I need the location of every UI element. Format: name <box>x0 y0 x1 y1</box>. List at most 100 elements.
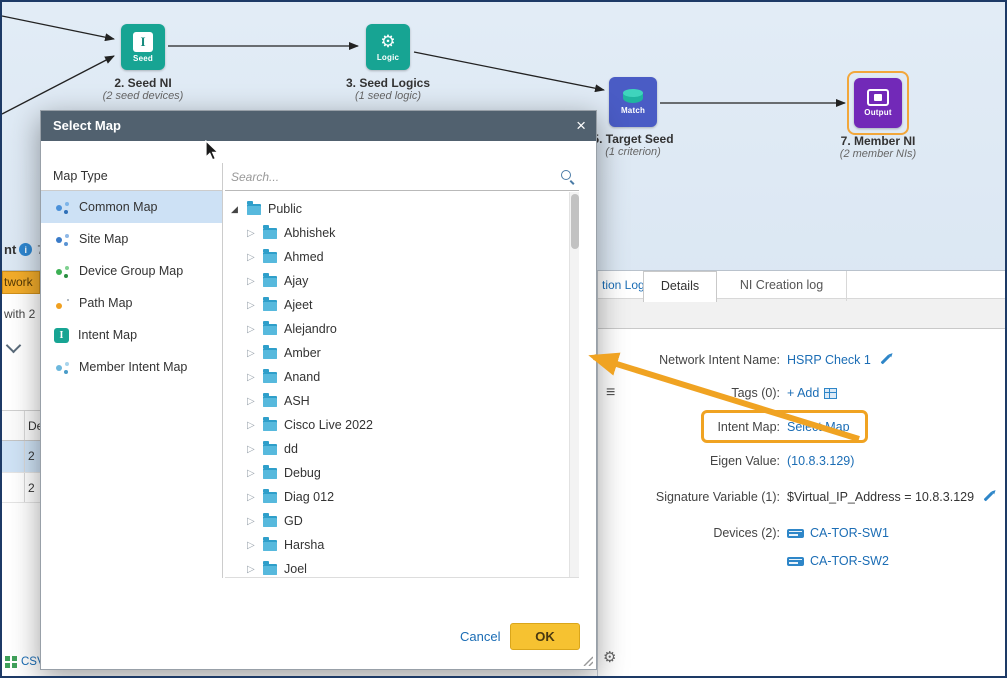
search-input[interactable] <box>231 166 551 188</box>
tree-item[interactable]: ▷ ASH <box>225 389 579 413</box>
node-title: 2. Seed NI <box>83 76 203 90</box>
caret-collapsed-icon[interactable]: ▷ <box>247 492 260 503</box>
map-folder-tree: ◢ Public ▷ Abhishek ▷ Ahmed ▷ Ajay ▷ <box>225 192 579 578</box>
workflow-node-match[interactable]: Match <box>609 77 657 127</box>
tab-ni-creation-log[interactable]: NI Creation log <box>717 271 847 301</box>
tree-label: dd <box>284 442 298 456</box>
details-tabbar <box>598 299 1007 329</box>
node-subtitle: (2 member NIs) <box>818 148 938 160</box>
field-label: Tags (0): <box>598 386 780 400</box>
tree-item[interactable]: ▷ Amber <box>225 341 579 365</box>
caret-collapsed-icon[interactable]: ▷ <box>247 372 260 383</box>
add-tag-link[interactable]: + Add <box>787 386 819 400</box>
tree-item[interactable]: ▷ Joel <box>225 557 579 578</box>
field-eigen-value: Eigen Value: (10.8.3.129) <box>598 454 854 468</box>
execution-log-link[interactable]: tion Log <box>602 278 645 292</box>
tree-item[interactable]: ▷ dd <box>225 437 579 461</box>
column-divider <box>222 163 223 578</box>
folder-icon <box>263 324 277 335</box>
caret-collapsed-icon[interactable]: ▷ <box>247 228 260 239</box>
map-type-common-map[interactable]: Common Map <box>41 191 222 223</box>
tree-scrollbar[interactable] <box>569 192 579 578</box>
map-type-label: Site Map <box>79 232 128 246</box>
tree-item[interactable]: ▷ Alejandro <box>225 317 579 341</box>
dialog-titlebar[interactable]: Select Map × <box>41 111 596 141</box>
field-label: Network Intent Name: <box>598 353 780 367</box>
edit-icon[interactable] <box>880 354 890 364</box>
tree-item[interactable]: ▷ Cisco Live 2022 <box>225 413 579 437</box>
map-type-intent-map[interactable]: I Intent Map <box>41 319 222 351</box>
tree-item[interactable]: ▷ Ajeet <box>225 293 579 317</box>
workflow-node-output[interactable]: Output <box>854 78 902 128</box>
search-icon[interactable] <box>559 168 576 185</box>
caret-collapsed-icon[interactable]: ▷ <box>247 348 260 359</box>
caret-collapsed-icon[interactable]: ▷ <box>247 564 260 575</box>
tree-item[interactable]: ▷ Diag 012 <box>225 485 579 509</box>
output-icon <box>867 89 889 106</box>
close-icon[interactable]: × <box>576 111 586 140</box>
map-type-site-map[interactable]: Site Map <box>41 223 222 255</box>
caret-collapsed-icon[interactable]: ▷ <box>247 300 260 311</box>
signature-variable-value: $Virtual_IP_Address = 10.8.3.129 <box>787 490 974 504</box>
caret-collapsed-icon[interactable]: ▷ <box>247 468 260 479</box>
tree-label: Debug <box>284 466 321 480</box>
tree-item[interactable]: ▷ Ahmed <box>225 245 579 269</box>
tree-label: Ahmed <box>284 250 324 264</box>
tree-label: Joel <box>284 562 307 576</box>
caret-collapsed-icon[interactable]: ▷ <box>247 516 260 527</box>
folder-icon <box>263 252 277 263</box>
map-type-label: Path Map <box>79 296 133 310</box>
map-type-member-intent-map[interactable]: Member Intent Map <box>41 351 222 383</box>
workflow-node-logic[interactable]: ⚙ Logic <box>366 24 410 70</box>
table-row[interactable]: 2 <box>2 472 40 503</box>
workflow-node-seed[interactable]: I Seed <box>121 24 165 70</box>
node-caption-logic: 3. Seed Logics (1 seed logic) <box>328 76 448 102</box>
tab-details[interactable]: Details <box>643 271 717 302</box>
info-icon[interactable]: i <box>19 243 32 256</box>
folder-icon <box>263 372 277 383</box>
tree-item[interactable]: ▷ Anand <box>225 365 579 389</box>
caret-collapsed-icon[interactable]: ▷ <box>247 252 260 263</box>
seed-icon: I <box>133 32 153 52</box>
map-type-device-group-map[interactable]: Device Group Map <box>41 255 222 287</box>
device-link[interactable]: CA-TOR-SW2 <box>810 554 889 568</box>
select-map-dialog: Select Map × Map Type Common Map Site Ma… <box>40 110 597 670</box>
device-group-map-icon <box>54 263 70 279</box>
tree-item[interactable]: ▷ Debug <box>225 461 579 485</box>
cell-value: 2 <box>28 449 35 463</box>
caret-collapsed-icon[interactable]: ▷ <box>247 444 260 455</box>
caret-collapsed-icon[interactable]: ▷ <box>247 276 260 287</box>
eigen-value-link[interactable]: (10.8.3.129) <box>787 454 854 468</box>
tree-item[interactable]: ▷ Harsha <box>225 533 579 557</box>
caret-collapsed-icon[interactable]: ▷ <box>247 324 260 335</box>
edit-icon[interactable] <box>984 491 994 501</box>
map-type-label: Member Intent Map <box>79 360 187 374</box>
table-header-row[interactable]: De <box>2 410 40 441</box>
tag-table-icon[interactable] <box>824 388 837 399</box>
caret-collapsed-icon[interactable]: ▷ <box>247 396 260 407</box>
ok-button[interactable]: OK <box>510 623 580 650</box>
tree-item[interactable]: ▷ GD <box>225 509 579 533</box>
table-row-selected[interactable]: 2 <box>2 441 40 472</box>
resize-handle-icon[interactable] <box>581 654 593 666</box>
tree-item-public[interactable]: ◢ Public <box>225 197 579 221</box>
device-link[interactable]: CA-TOR-SW1 <box>810 526 889 540</box>
folder-icon <box>263 468 277 479</box>
tree-label: Anand <box>284 370 320 384</box>
node-title: 3. Seed Logics <box>328 76 448 90</box>
settings-gear-icon[interactable]: ⚙ <box>603 648 616 666</box>
network-intent-name-value[interactable]: HSRP Check 1 <box>787 353 871 367</box>
tree-item[interactable]: ▷ Ajay <box>225 269 579 293</box>
caret-collapsed-icon[interactable]: ▷ <box>247 420 260 431</box>
tree-item[interactable]: ▷ Abhishek <box>225 221 579 245</box>
scrollbar-thumb[interactable] <box>571 194 579 249</box>
folder-icon <box>263 228 277 239</box>
caret-expanded-icon[interactable]: ◢ <box>231 204 244 215</box>
cancel-button[interactable]: Cancel <box>460 629 500 644</box>
tree-label: Diag 012 <box>284 490 334 504</box>
caret-collapsed-icon[interactable]: ▷ <box>247 540 260 551</box>
tree-label: GD <box>284 514 303 528</box>
network-intent-tab-fragment[interactable]: twork <box>2 271 40 294</box>
tree-label: Public <box>268 202 302 216</box>
map-type-path-map[interactable]: Path Map <box>41 287 222 319</box>
